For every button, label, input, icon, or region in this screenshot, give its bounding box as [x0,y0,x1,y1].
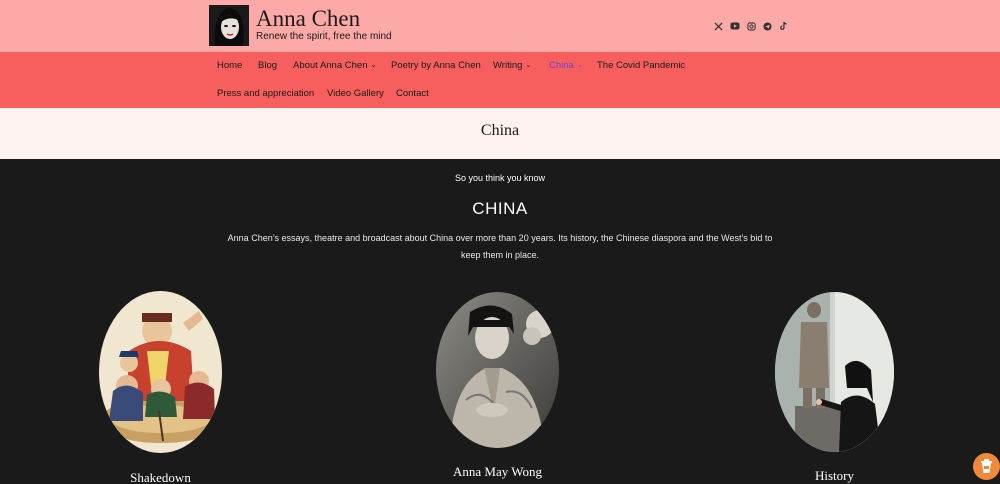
site-header: Anna Chen Renew the spirit, free the min… [0,0,1000,52]
main-content: So you think you know CHINA Anna Chen’s … [0,159,1000,484]
nav-about[interactable]: About Anna Chen ⌄ [293,60,376,71]
section-kicker: So you think you know [454,173,546,183]
card-title-shakedown[interactable]: Shakedown [110,470,211,484]
card-image-anna-may-wong[interactable] [436,292,559,448]
nav-press[interactable]: Press and appreciation [217,88,314,99]
card-image-shakedown[interactable] [99,291,222,453]
cup-icon [981,459,992,473]
nav-covid[interactable]: The Covid Pandemic [597,60,685,71]
tiktok-icon[interactable] [776,19,790,33]
page-title-bar: China [0,108,1000,159]
nav-video-gallery[interactable]: Video Gallery [327,88,384,99]
section-heading: CHINA [472,199,528,218]
nav-home[interactable]: Home [217,60,242,71]
youtube-icon[interactable] [728,19,742,33]
floating-help-button[interactable] [973,453,1000,480]
nav-writing[interactable]: Writing ⌄ [493,60,531,71]
nav-contact[interactable]: Contact [396,88,429,99]
card-title-history[interactable]: History [784,468,885,484]
site-tagline: Renew the spirit, free the mind [256,31,392,42]
chevron-down-icon: ⌄ [370,62,377,69]
nav-poetry[interactable]: Poetry by Anna Chen [391,60,481,71]
card-title-anna-may-wong[interactable]: Anna May Wong [440,464,555,480]
x-icon[interactable] [711,19,725,33]
main-navigation: Home Blog About Anna Chen ⌄ Poetry by Ann… [0,52,1000,108]
chevron-down-icon: ⌄ [525,62,532,69]
nav-china[interactable]: China ⌄ [549,60,583,71]
instagram-icon[interactable] [744,19,758,33]
site-logo-image[interactable] [209,5,249,46]
site-title[interactable]: Anna Chen [256,6,360,32]
chevron-down-icon: ⌄ [576,62,583,69]
section-intro: Anna Chen’s essays, theatre and broadcas… [227,233,773,260]
telegram-icon[interactable] [760,19,774,33]
page-title: China [480,122,520,139]
nav-blog[interactable]: Blog [258,60,277,71]
card-image-history[interactable] [775,292,894,452]
